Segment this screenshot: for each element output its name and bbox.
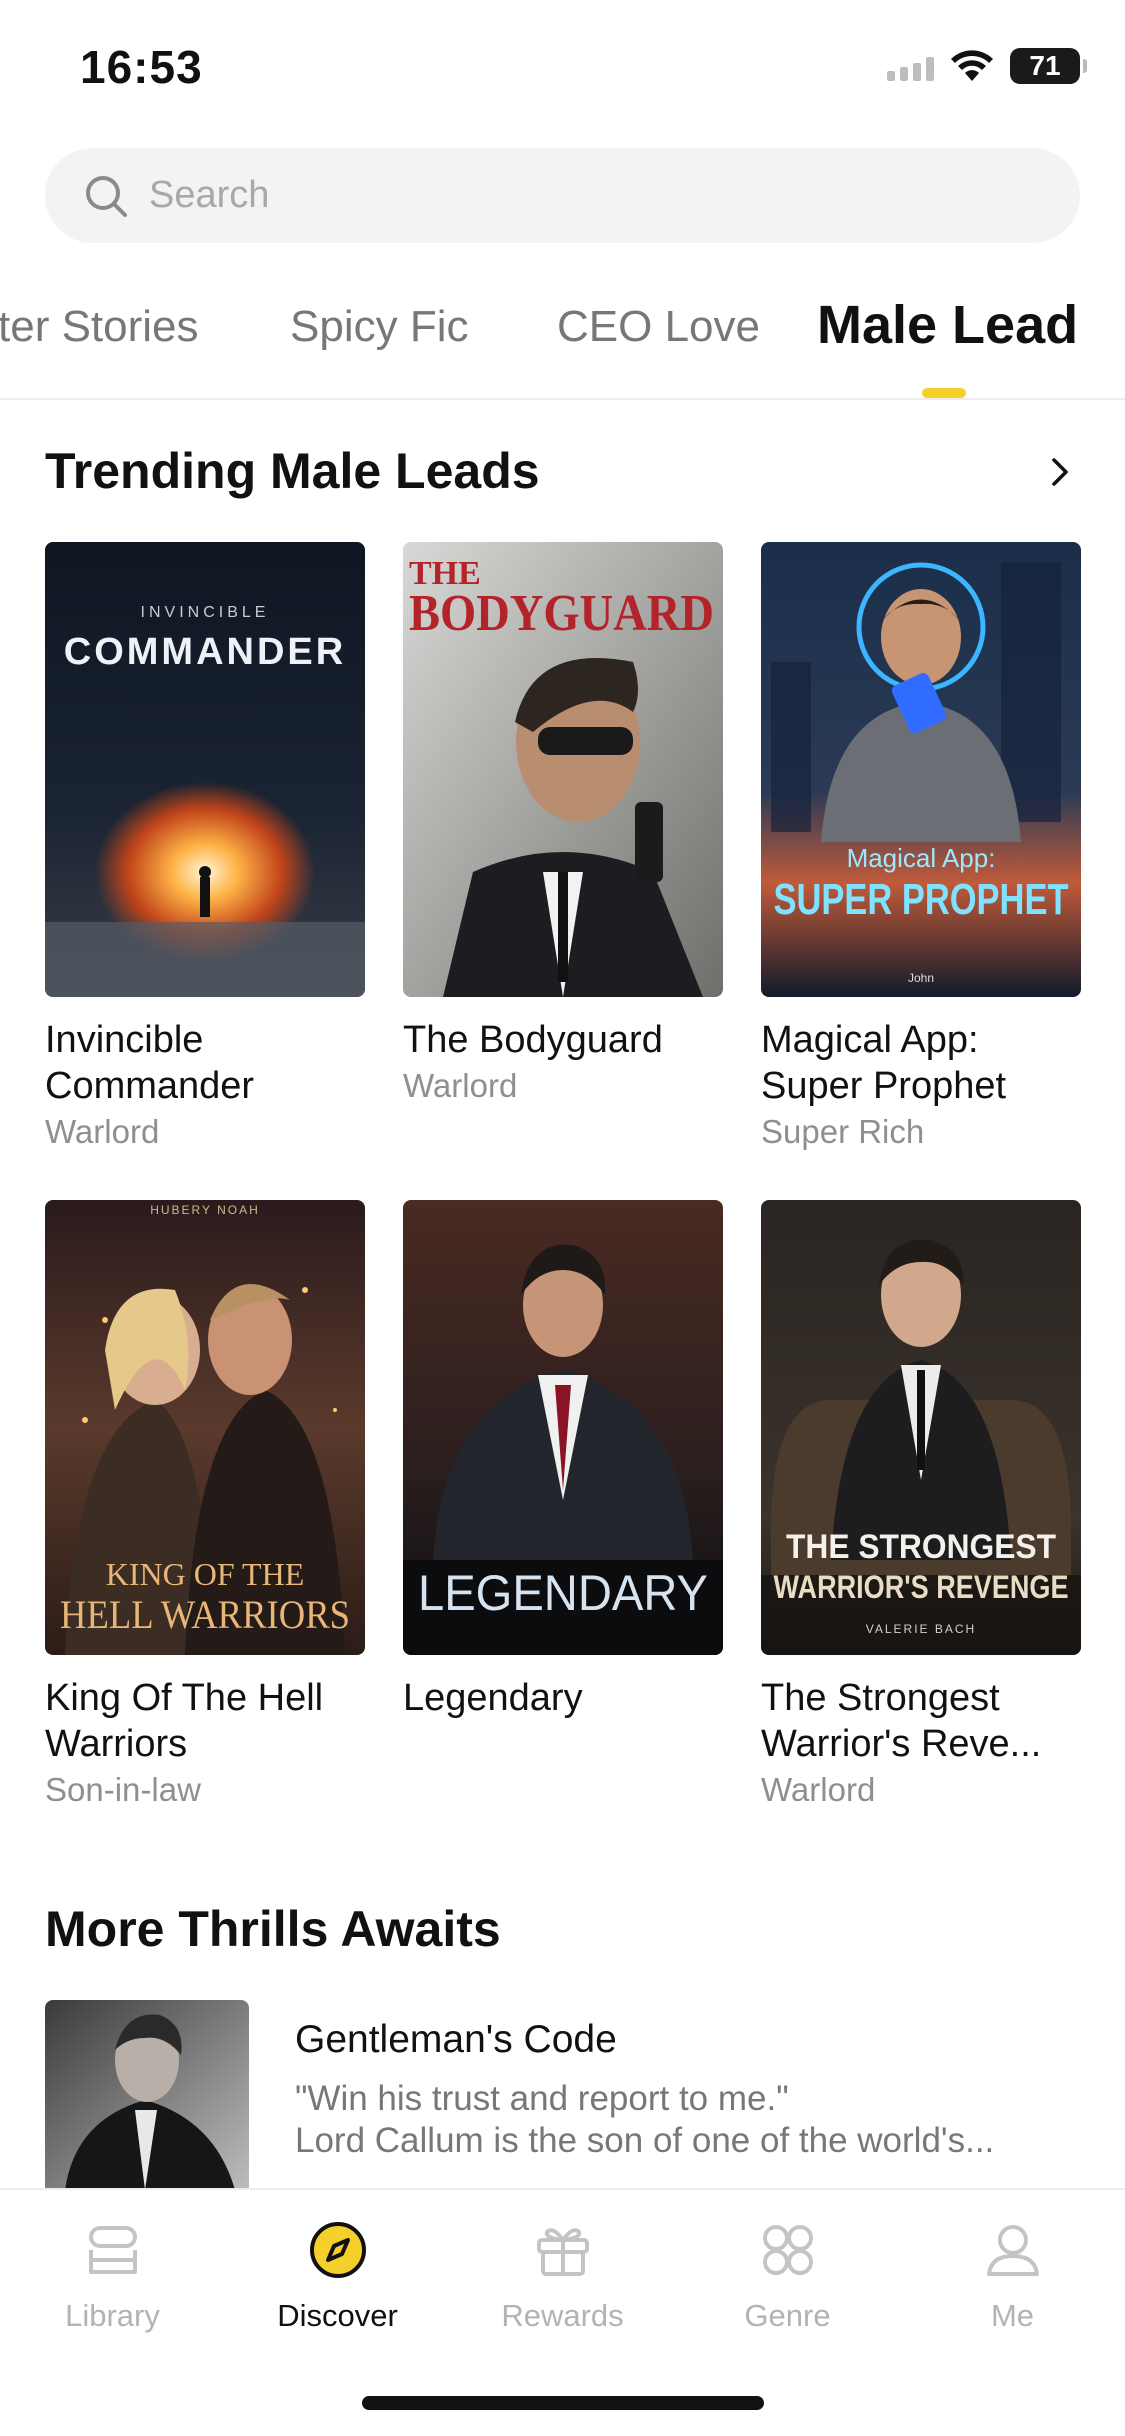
compass-icon: [309, 2222, 366, 2278]
nav-label: Me: [990, 2298, 1035, 2333]
section-title-more-thrills: More Thrills Awaits: [45, 1901, 501, 1957]
cover-text: Magical App:: [847, 843, 996, 873]
nav-item-library[interactable]: Library: [0, 2220, 225, 2334]
book-description: "Win his trust and report to me." Lord C…: [295, 2078, 1075, 2162]
nav-label: Rewards: [501, 2298, 624, 2333]
cover-text: BODYGUARD: [409, 585, 714, 642]
cover-text: LEGENDARY: [418, 1565, 708, 1621]
cover-text: KING OF THE: [106, 1556, 305, 1592]
search-input[interactable]: [149, 174, 999, 217]
book-cover[interactable]: [45, 2000, 249, 2190]
chevron-right-icon[interactable]: [1040, 452, 1080, 492]
book-card[interactable]: THE BODYGUARD The Bodyguard Warlord: [403, 542, 723, 1105]
book-card[interactable]: LEGENDARY Legendary: [403, 1200, 723, 1725]
book-cover[interactable]: HUBERY NOAH KING OF THE HELL WARRIORS: [45, 1200, 365, 1655]
book-genre: Warlord: [403, 1067, 518, 1104]
description-line: Lord Callum is the son of one of the wor…: [295, 2121, 995, 2160]
book-genre: Son-in-law: [45, 1771, 201, 1808]
book-card[interactable]: THE STRONGEST WARRIOR'S REVENGE VALERIE …: [761, 1200, 1081, 1809]
nav-item-rewards[interactable]: Rewards: [450, 2220, 675, 2334]
book-title: The Bodyguard: [403, 1019, 663, 1061]
description-line: "Win his trust and report to me.": [295, 2079, 789, 2118]
search-bar[interactable]: [45, 148, 1080, 243]
cover-text: HUBERY NOAH: [150, 1203, 260, 1217]
cover-text: John: [908, 971, 934, 985]
nav-item-me[interactable]: Me: [900, 2220, 1125, 2334]
nav-label: Library: [65, 2298, 160, 2333]
tab-other-stories[interactable]: ter Stories: [0, 302, 199, 352]
nav-label: Discover: [277, 2298, 398, 2333]
nav-item-discover[interactable]: Discover: [225, 2220, 450, 2334]
search-icon: [86, 175, 127, 217]
cover-text: WARRIOR'S REVENGE: [774, 1569, 1069, 1605]
cellular-signal-icon: [887, 51, 934, 81]
status-icons: 71: [887, 48, 1087, 84]
profile-icon: [986, 2225, 1039, 2276]
battery-icon: 71: [1010, 48, 1087, 84]
cover-text: THE STRONGEST: [786, 1528, 1056, 1566]
book-cover[interactable]: THE BODYGUARD: [403, 542, 723, 997]
genre-grid-icon: [762, 2225, 813, 2275]
section-title-trending: Trending Male Leads: [45, 443, 540, 499]
cover-text: HELL WARRIORS: [60, 1592, 350, 1637]
book-title: Magical App: Super Prophet: [761, 1019, 1007, 1107]
book-card[interactable]: Magical App: SUPER PROPHET John Magical …: [761, 542, 1081, 1151]
nav-label: Genre: [744, 2298, 831, 2333]
book-genre: Warlord: [761, 1771, 876, 1808]
book-title: Invincible Commander: [45, 1019, 255, 1107]
cover-text: INVINCIBLE: [141, 604, 270, 621]
nav-item-genre[interactable]: Genre: [675, 2220, 900, 2334]
cover-text: COMMANDER: [64, 631, 346, 673]
library-icon: [88, 2226, 137, 2274]
book-title: The Strongest Warrior's Reve...: [761, 1677, 1042, 1765]
tab-ceo-love[interactable]: CEO Love: [557, 302, 760, 352]
list-item[interactable]: Gentleman's Code "Win his trust and repo…: [45, 2000, 1080, 2190]
status-time: 16:53: [80, 41, 203, 93]
status-bar: 16:53 71: [0, 0, 1125, 140]
book-card[interactable]: INVINCIBLE COMMANDER Invincible Commande…: [45, 542, 365, 1151]
home-indicator[interactable]: [362, 2396, 764, 2410]
tab-male-lead[interactable]: Male Lead: [817, 294, 1078, 356]
category-tabs: ter Stories Spicy Fic CEO Love Male Lead: [0, 290, 1125, 400]
tab-spicy-fic[interactable]: Spicy Fic: [290, 302, 468, 352]
cover-text: VALERIE BACH: [866, 1622, 976, 1636]
book-cover[interactable]: Magical App: SUPER PROPHET John: [761, 542, 1081, 997]
book-title: Legendary: [403, 1677, 583, 1719]
book-cover[interactable]: INVINCIBLE COMMANDER: [45, 542, 365, 997]
book-genre: Super Rich: [761, 1113, 925, 1150]
battery-level: 71: [1029, 50, 1061, 81]
gift-icon: [536, 2228, 589, 2276]
wifi-icon: [951, 50, 993, 81]
active-tab-indicator: [922, 388, 966, 398]
cover-text: SUPER PROPHET: [774, 875, 1069, 924]
book-title: Gentleman's Code: [295, 2018, 617, 2061]
book-cover[interactable]: THE STRONGEST WARRIOR'S REVENGE VALERIE …: [761, 1200, 1081, 1655]
book-cover[interactable]: LEGENDARY: [403, 1200, 723, 1655]
book-card[interactable]: HUBERY NOAH KING OF THE HELL WARRIORS Ki…: [45, 1200, 365, 1809]
book-genre: Warlord: [45, 1113, 160, 1150]
book-title: King Of The Hell Warriors: [45, 1677, 324, 1765]
